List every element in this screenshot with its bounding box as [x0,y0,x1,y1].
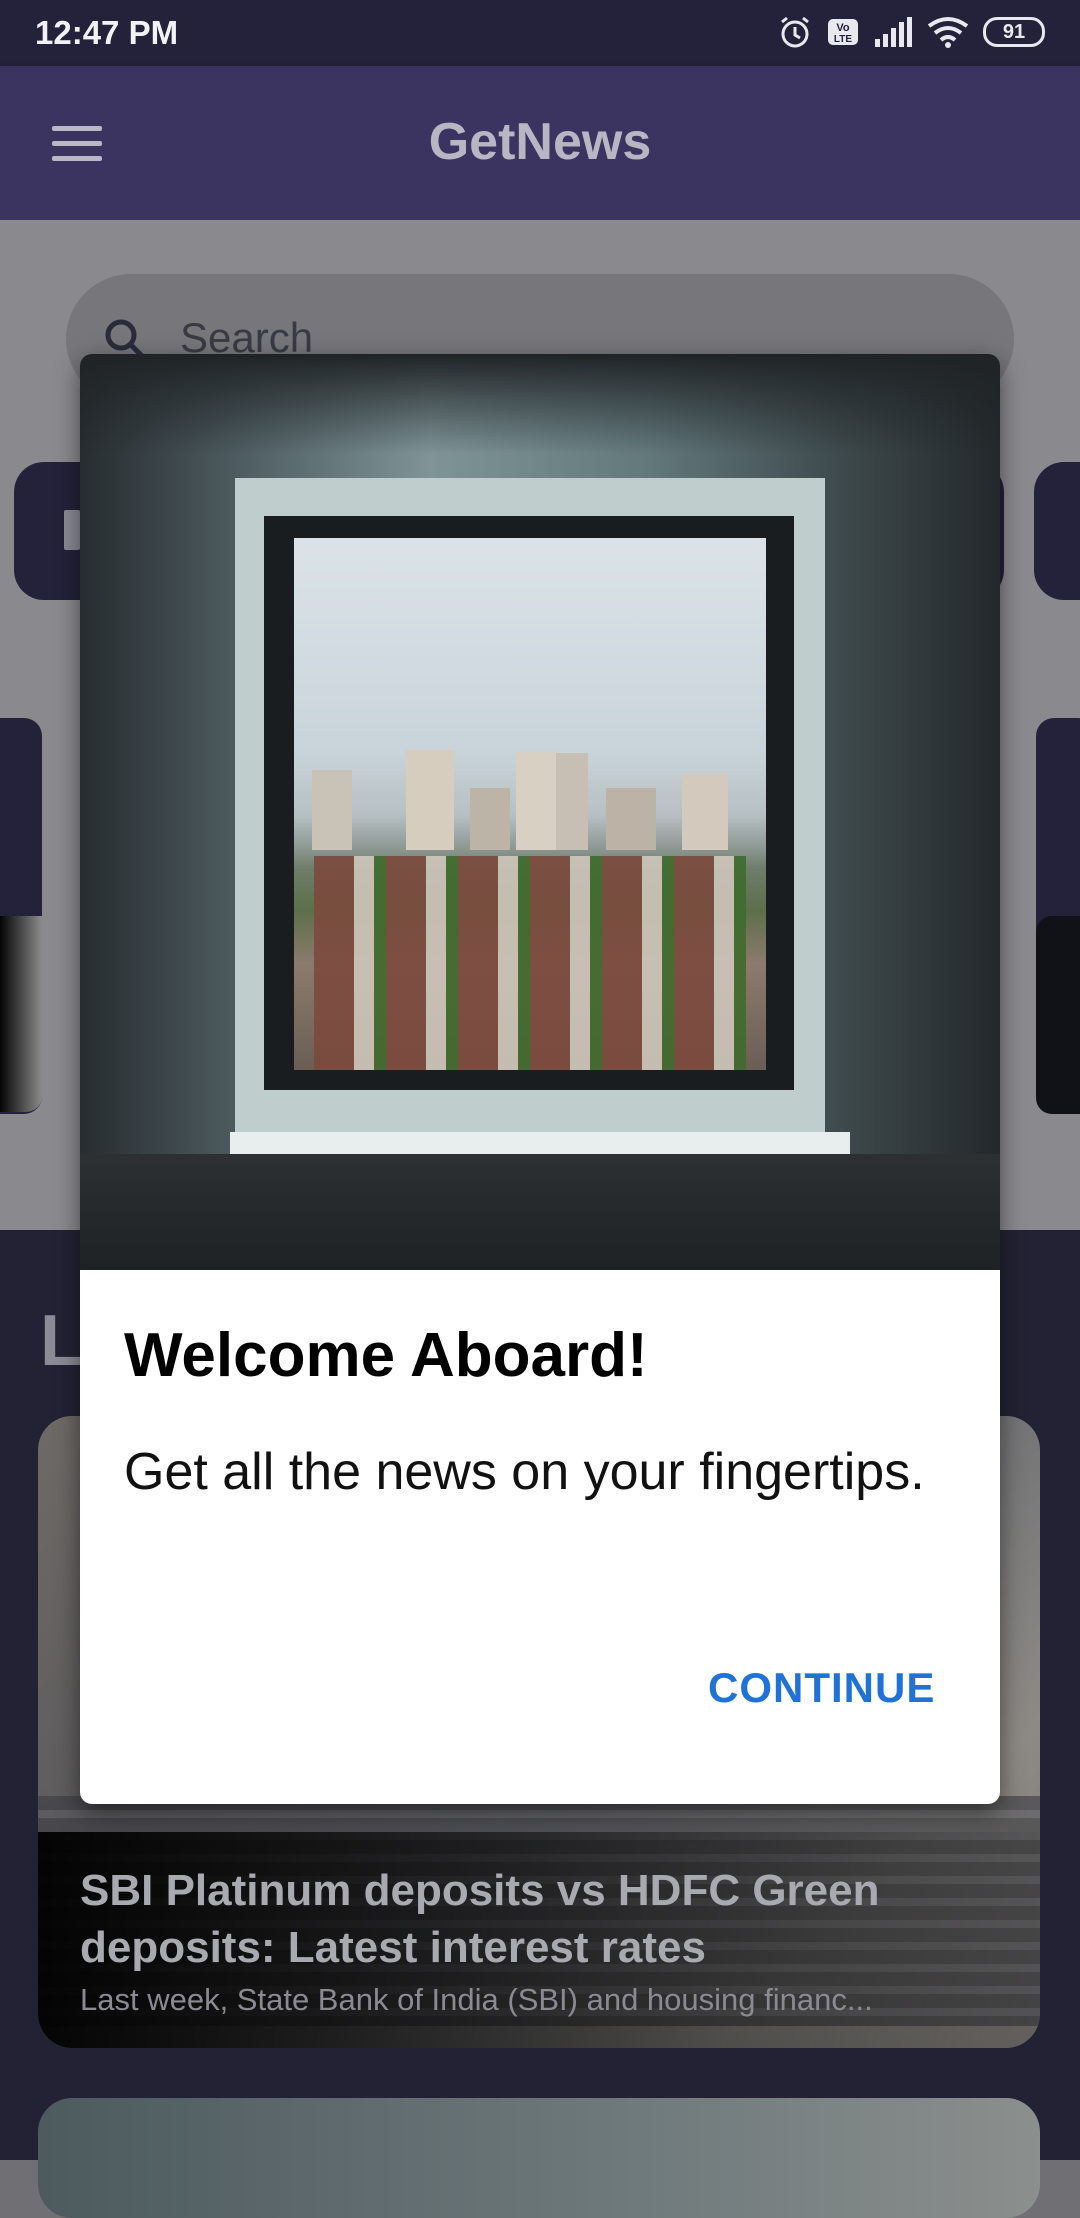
news-description: Last week, State Bank of India (SBI) and… [80,1982,873,2017]
window-sill [230,1132,850,1154]
continue-button[interactable]: CONTINUE [708,1664,935,1712]
wifi-icon [927,17,969,48]
signal-icon [875,17,912,47]
category-chip[interactable] [1034,462,1080,600]
section-heading: L [40,1301,84,1381]
volte-icon: VoLTE [828,19,858,45]
alarm-icon [781,16,809,48]
city-view [294,538,766,1070]
news-card[interactable] [38,2098,1040,2218]
hero-wall [80,354,1000,454]
carousel-card-image [1036,916,1080,1114]
news-title: SBI Platinum deposits vs HDFC Green depo… [80,1866,880,1972]
svg-text:Vo: Vo [836,22,850,34]
battery-icon: 91 [983,17,1045,47]
welcome-dialog: Welcome Aboard! Get all the news on your… [80,354,1000,1804]
dialog-message: Get all the news on your fingertips. [124,1443,925,1501]
dialog-title: Welcome Aboard! [124,1321,648,1390]
status-bar: 12:47 PM Vo LTE 91 [0,0,1080,66]
svg-text:LTE: LTE [834,34,852,45]
chip-letter [64,510,80,550]
status-time: 12:47 PM [35,14,179,51]
hero-floor [80,1154,1000,1270]
carousel-card-image [0,916,42,1112]
app-title: GetNews [428,113,652,171]
rooftops [314,856,746,1070]
status-icons: Vo LTE 91 [777,14,1045,50]
